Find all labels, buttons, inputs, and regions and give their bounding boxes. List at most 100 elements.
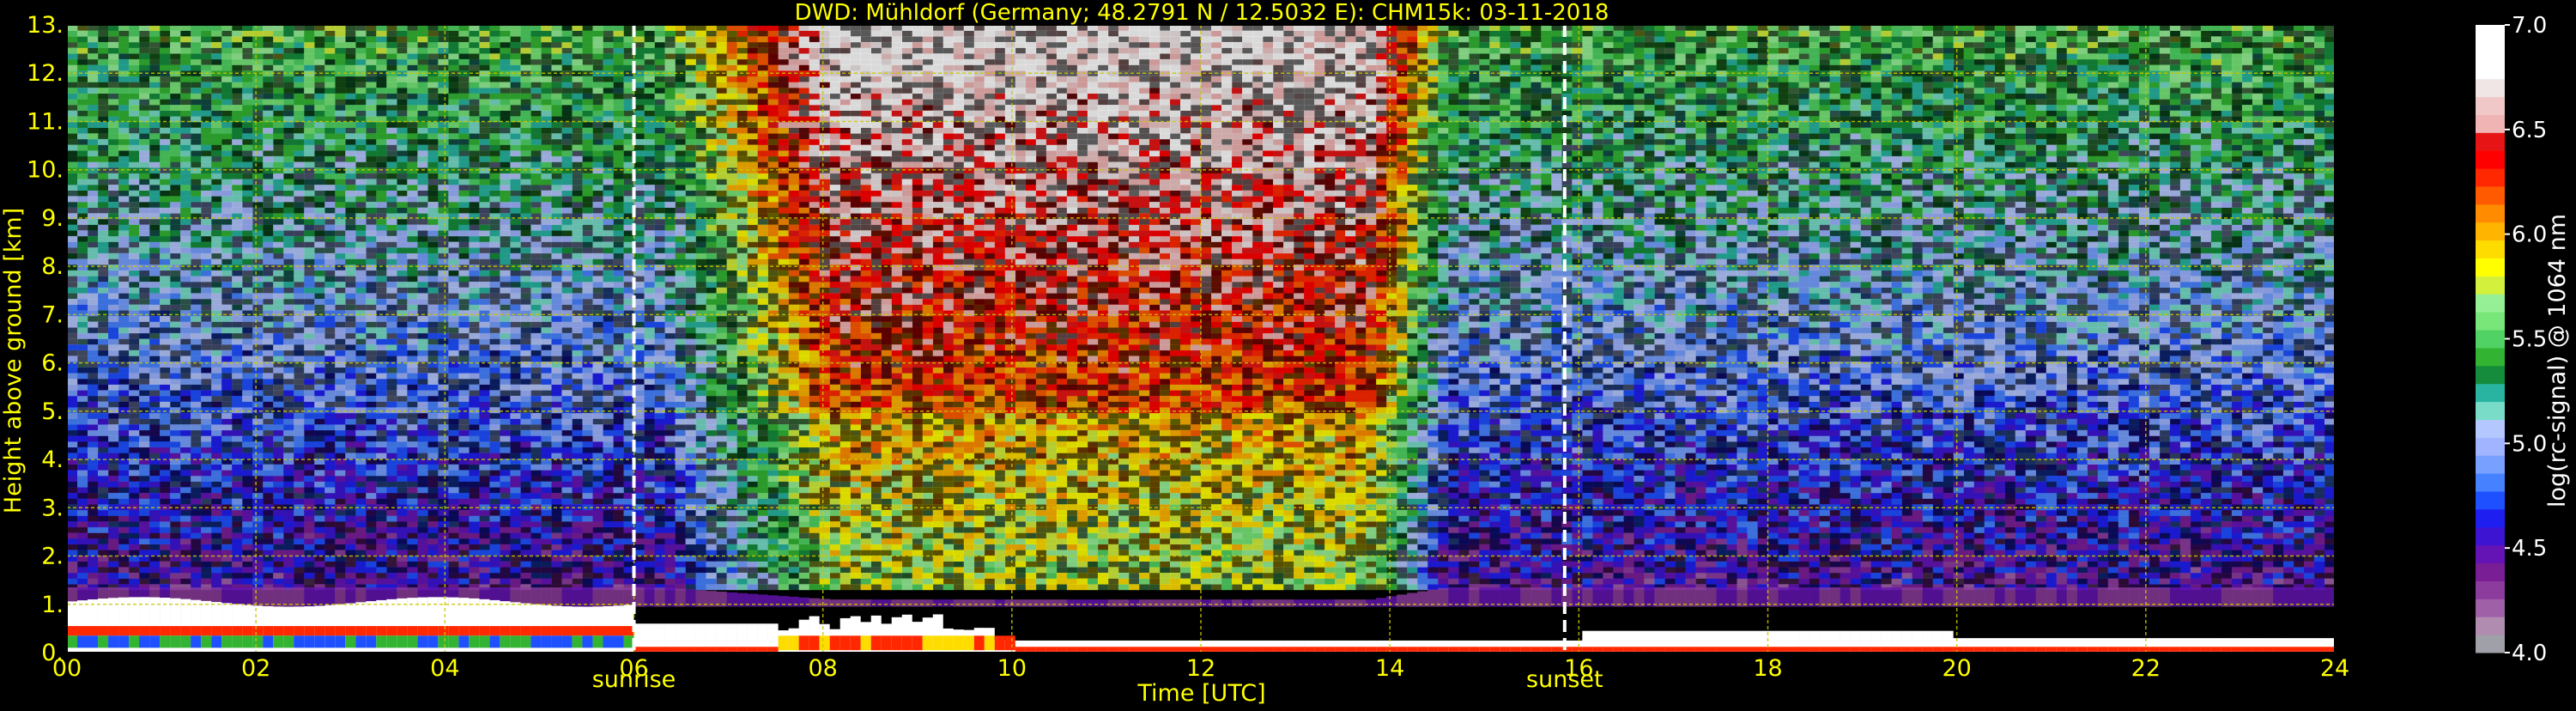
heatmap-cell xyxy=(242,350,252,356)
heatmap-cell xyxy=(458,562,469,568)
heatmap-cell xyxy=(520,550,530,556)
heatmap-cell xyxy=(345,453,355,459)
heatmap-cell xyxy=(304,310,314,316)
heatmap-cell xyxy=(221,550,232,556)
heatmap-cell xyxy=(180,532,191,538)
heatmap-cell xyxy=(273,413,283,419)
heatmap-cell xyxy=(479,161,489,167)
heatmap-cell xyxy=(129,53,139,59)
heatmap-cell xyxy=(242,339,252,345)
heatmap-cell xyxy=(448,465,458,471)
heatmap-cell xyxy=(118,82,129,88)
heatmap-cell xyxy=(397,230,407,236)
heatmap-cell xyxy=(263,339,273,345)
heatmap-cell xyxy=(98,145,108,151)
heatmap-cell xyxy=(551,424,561,430)
heatmap-cell xyxy=(458,128,469,134)
heatmap-cell xyxy=(427,305,438,311)
heatmap-cell xyxy=(263,185,273,191)
heatmap-cell xyxy=(335,88,345,94)
heatmap-cell xyxy=(366,499,376,505)
heatmap-cell xyxy=(448,258,458,264)
heatmap-cell xyxy=(108,82,118,88)
heatmap-cell xyxy=(561,88,572,94)
heatmap-cell xyxy=(98,493,108,499)
heatmap-cell xyxy=(314,573,324,579)
heatmap-cell xyxy=(345,402,355,408)
heatmap-cell xyxy=(160,550,170,556)
heatmap-cell xyxy=(67,247,77,253)
heatmap-cell xyxy=(417,25,427,31)
heatmap-cell xyxy=(304,139,314,145)
heatmap-cell xyxy=(283,470,294,476)
heatmap-cell xyxy=(139,396,149,402)
heatmap-cell xyxy=(201,76,211,82)
heatmap-cell xyxy=(417,435,427,441)
heatmap-cell xyxy=(345,293,355,299)
heatmap-cell xyxy=(469,305,479,311)
heatmap-cell xyxy=(191,219,201,225)
heatmap-cell xyxy=(98,499,108,505)
heatmap-cell xyxy=(252,476,263,482)
heatmap-cell xyxy=(458,293,469,299)
heatmap-cell xyxy=(489,225,500,231)
heatmap-cell xyxy=(129,31,139,37)
heatmap-cell xyxy=(88,499,98,505)
heatmap-cell xyxy=(561,379,572,385)
heatmap-cell xyxy=(407,150,417,156)
heatmap-cell xyxy=(191,510,201,516)
heatmap-cell xyxy=(417,493,427,499)
heatmap-cell xyxy=(386,82,397,88)
heatmap-cell xyxy=(242,532,252,538)
heatmap-cell xyxy=(469,441,479,447)
heatmap-cell xyxy=(108,413,118,419)
heatmap-cell xyxy=(561,532,572,538)
heatmap-cell xyxy=(263,430,273,436)
heatmap-cell xyxy=(448,350,458,356)
heatmap-cell xyxy=(294,476,304,482)
heatmap-cell xyxy=(129,453,139,459)
heatmap-cell xyxy=(324,122,335,128)
heatmap-cell xyxy=(376,435,386,441)
heatmap-cell xyxy=(129,430,139,436)
heatmap-cell xyxy=(160,191,170,197)
heatmap-cell xyxy=(232,145,242,151)
heatmap-cell xyxy=(160,76,170,82)
heatmap-cell xyxy=(201,435,211,441)
heatmap-cell xyxy=(191,156,201,162)
heatmap-cell xyxy=(427,25,438,31)
heatmap-cell xyxy=(108,139,118,145)
heatmap-cell xyxy=(427,538,438,544)
heatmap-cell xyxy=(273,282,283,288)
heatmap-cell xyxy=(479,167,489,173)
heatmap-cell xyxy=(77,59,88,65)
heatmap-cell xyxy=(252,105,263,111)
heatmap-cell xyxy=(283,202,294,208)
heatmap-cell xyxy=(541,390,551,396)
heatmap-cell xyxy=(551,379,561,385)
heatmap-cell xyxy=(221,208,232,214)
heatmap-cell xyxy=(345,161,355,167)
heatmap-cell xyxy=(263,419,273,425)
heatmap-cell xyxy=(458,156,469,162)
heatmap-cell xyxy=(67,208,77,214)
heatmap-cell xyxy=(469,202,479,208)
heatmap-cell xyxy=(314,390,324,396)
heatmap-cell xyxy=(489,196,500,202)
heatmap-cell xyxy=(500,161,510,167)
heatmap-cell xyxy=(427,288,438,294)
heatmap-cell xyxy=(180,42,191,48)
heatmap-cell xyxy=(180,53,191,59)
heatmap-cell xyxy=(561,470,572,476)
heatmap-cell xyxy=(458,573,469,579)
heatmap-cell xyxy=(510,36,520,42)
heatmap-cell xyxy=(88,65,98,71)
heatmap-cell xyxy=(201,476,211,482)
heatmap-cell xyxy=(304,293,314,299)
heatmap-cell xyxy=(252,441,263,447)
heatmap-cell xyxy=(458,441,469,447)
heatmap-cell xyxy=(458,379,469,385)
heatmap-cell xyxy=(417,368,427,374)
heatmap-cell xyxy=(67,179,77,185)
heatmap-cell xyxy=(427,476,438,482)
